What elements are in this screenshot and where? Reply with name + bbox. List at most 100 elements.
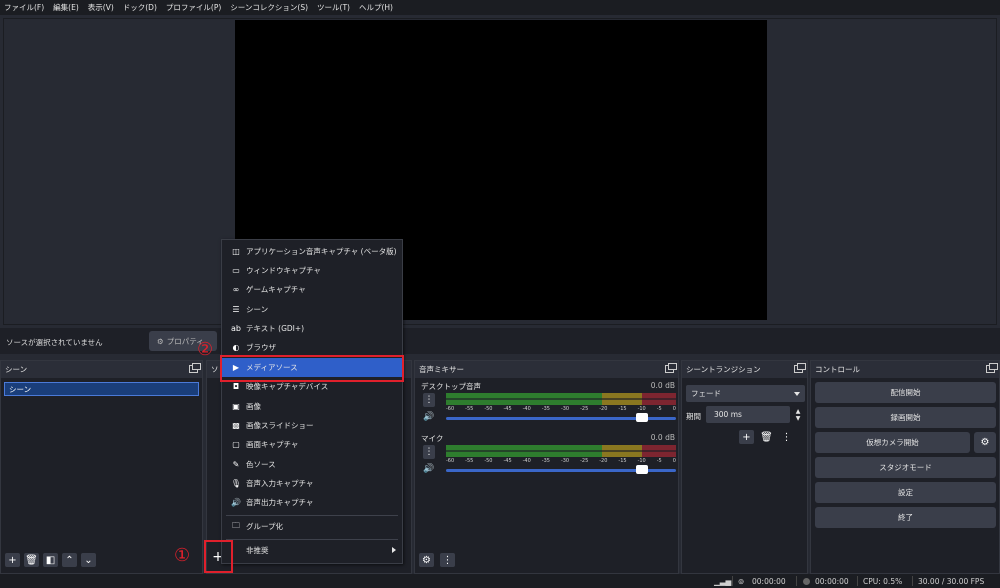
menu-profile[interactable]: プロファイル(P): [166, 2, 221, 13]
remove-scene-button[interactable]: 🗑: [24, 553, 39, 567]
transition-menu-button[interactable]: ⋮: [779, 430, 794, 444]
track-menu-button[interactable]: ⋮: [423, 393, 435, 407]
start-streaming-button[interactable]: 配信開始: [815, 382, 996, 403]
menubar: ファイル(F) 編集(E) 表示(V) ドック(D) プロファイル(P) シーン…: [0, 0, 1000, 15]
mixer-menu-button[interactable]: ⋮: [440, 553, 455, 567]
gear-icon: ⚙: [980, 437, 990, 448]
divider: [796, 576, 797, 586]
float-icon[interactable]: [189, 363, 201, 373]
tick: 0: [672, 406, 676, 412]
mixer-toolbar: ⚙ ⋮: [419, 553, 455, 567]
move-scene-down-button[interactable]: ⌄: [81, 553, 96, 567]
chevron-up-icon: ⌃: [65, 554, 74, 566]
float-icon[interactable]: [794, 363, 806, 373]
duration-label: 期間: [686, 412, 701, 421]
menu-item-label: ゲームキャプチャ: [246, 285, 306, 294]
menu-item-label: メディアソース: [246, 363, 298, 372]
menu-item-label: 色ソース: [246, 460, 276, 469]
cpu-usage: CPU: 0.5%: [863, 577, 903, 586]
volume-slider-handle[interactable]: [636, 413, 648, 422]
add-transition-button[interactable]: +: [739, 430, 754, 444]
track-db: 0.0 dB: [650, 381, 675, 390]
float-icon[interactable]: [665, 363, 677, 373]
record-icon: [803, 578, 810, 585]
tick: -40: [522, 458, 531, 464]
speaker-icon: 🔊: [423, 412, 435, 422]
track-menu-button[interactable]: ⋮: [423, 445, 435, 459]
menu-item-media-source[interactable]: ▶ メディアソース: [222, 358, 402, 377]
start-recording-button[interactable]: 録画開始: [815, 407, 996, 428]
tick: -25: [580, 406, 589, 412]
chevron-down-icon: ⌄: [84, 554, 93, 566]
menu-item-image[interactable]: ▣ 画像: [222, 397, 402, 416]
menu-item-app-audio-capture[interactable]: ◫ アプリケーション音声キャプチャ (ベータ版): [222, 242, 402, 261]
menu-item-game-capture[interactable]: ∞ ゲームキャプチャ: [222, 280, 402, 299]
menu-item-video-capture-device[interactable]: ◘ 映像キャプチャデバイス: [222, 377, 402, 396]
settings-button[interactable]: 設定: [815, 482, 996, 503]
dock-title: シーン: [1, 361, 202, 378]
menu-edit[interactable]: 編集(E): [53, 2, 79, 13]
menu-item-text-gdi[interactable]: ab テキスト (GDI+): [222, 319, 402, 338]
start-virtual-camera-button[interactable]: 仮想カメラ開始: [815, 432, 970, 453]
tick: -20: [599, 406, 608, 412]
transitions-toolbar: + 🗑 ⋮: [739, 430, 794, 444]
menu-item-scene[interactable]: ☰ シーン: [222, 300, 402, 319]
menu-item-audio-input-capture[interactable]: 🎙 音声入力キャプチャ: [222, 474, 402, 493]
volume-slider-handle[interactable]: [636, 465, 648, 474]
add-scene-button[interactable]: +: [5, 553, 20, 567]
filter-icon: ◧: [45, 554, 56, 566]
sources-title: ソ: [211, 365, 219, 374]
tick: -40: [522, 406, 531, 412]
chevron-down-icon[interactable]: ▼: [796, 415, 801, 422]
menu-tools[interactable]: ツール(T): [317, 2, 350, 13]
divider: [732, 576, 733, 586]
menu-item-group[interactable]: 🗀 グループ化: [222, 517, 402, 536]
chevron-up-icon[interactable]: ▲: [796, 408, 801, 415]
mute-button[interactable]: 🔊: [423, 411, 435, 423]
menu-view[interactable]: 表示(V): [88, 2, 114, 13]
tick: -35: [541, 406, 550, 412]
menu-item-color-source[interactable]: ✎ 色ソース: [222, 455, 402, 474]
menu-scene-collection[interactable]: シーンコレクション(S): [230, 2, 308, 13]
kebab-icon: ⋮: [781, 431, 792, 443]
menu-docks[interactable]: ドック(D): [123, 2, 157, 13]
tick: 0: [672, 458, 676, 464]
preview-area: [0, 15, 1000, 326]
volume-meter: [446, 445, 676, 457]
window-icon: ▭: [232, 266, 240, 275]
mute-button[interactable]: 🔊: [423, 463, 435, 475]
menu-item-display-capture[interactable]: ▢ 画面キャプチャ: [222, 435, 402, 454]
studio-mode-button[interactable]: スタジオモード: [815, 457, 996, 478]
menu-item-label: 映像キャプチャデバイス: [246, 382, 329, 391]
menu-item-window-capture[interactable]: ▭ ウィンドウキャプチャ: [222, 261, 402, 280]
menu-file[interactable]: ファイル(F): [4, 2, 44, 13]
menu-item-audio-output-capture[interactable]: 🔊 音声出力キャプチャ: [222, 493, 402, 512]
text-icon: ab: [231, 324, 241, 333]
slideshow-icon: ▩: [232, 421, 240, 430]
menu-help[interactable]: ヘルプ(H): [359, 2, 393, 13]
scenes-dock: シーン シーン + 🗑 ◧ ⌃ ⌄: [0, 360, 203, 574]
menu-separator: [226, 539, 398, 540]
move-scene-up-button[interactable]: ⌃: [62, 553, 77, 567]
context-bar: ソースが選択されていません ⚙ プロパティ: [0, 328, 1000, 354]
duration-stepper[interactable]: ▲ ▼: [793, 406, 803, 423]
scene-list-item[interactable]: シーン: [4, 382, 199, 396]
transition-select[interactable]: フェード: [686, 385, 805, 402]
tick: -20: [599, 458, 608, 464]
duration-input[interactable]: 300 ms: [706, 406, 790, 423]
mic-icon: 🎙: [230, 479, 242, 488]
float-icon[interactable]: [986, 363, 998, 373]
image-icon: ▣: [232, 402, 240, 411]
virtual-camera-settings-button[interactable]: ⚙: [974, 432, 996, 453]
submenu-arrow-icon: [392, 547, 396, 553]
advanced-audio-button[interactable]: ⚙: [419, 553, 434, 567]
menu-item-image-slideshow[interactable]: ▩ 画像スライドショー: [222, 416, 402, 435]
exit-button[interactable]: 終了: [815, 507, 996, 528]
menu-item-deprecated[interactable]: 非推奨: [222, 541, 402, 560]
dock-title: コントロール: [811, 361, 999, 378]
menu-item-browser[interactable]: ◐ ブラウザ: [222, 338, 402, 357]
volume-meter: [446, 393, 676, 405]
tick: -30: [560, 458, 570, 464]
scene-filters-button[interactable]: ◧: [43, 553, 58, 567]
remove-transition-button[interactable]: 🗑: [759, 430, 774, 444]
